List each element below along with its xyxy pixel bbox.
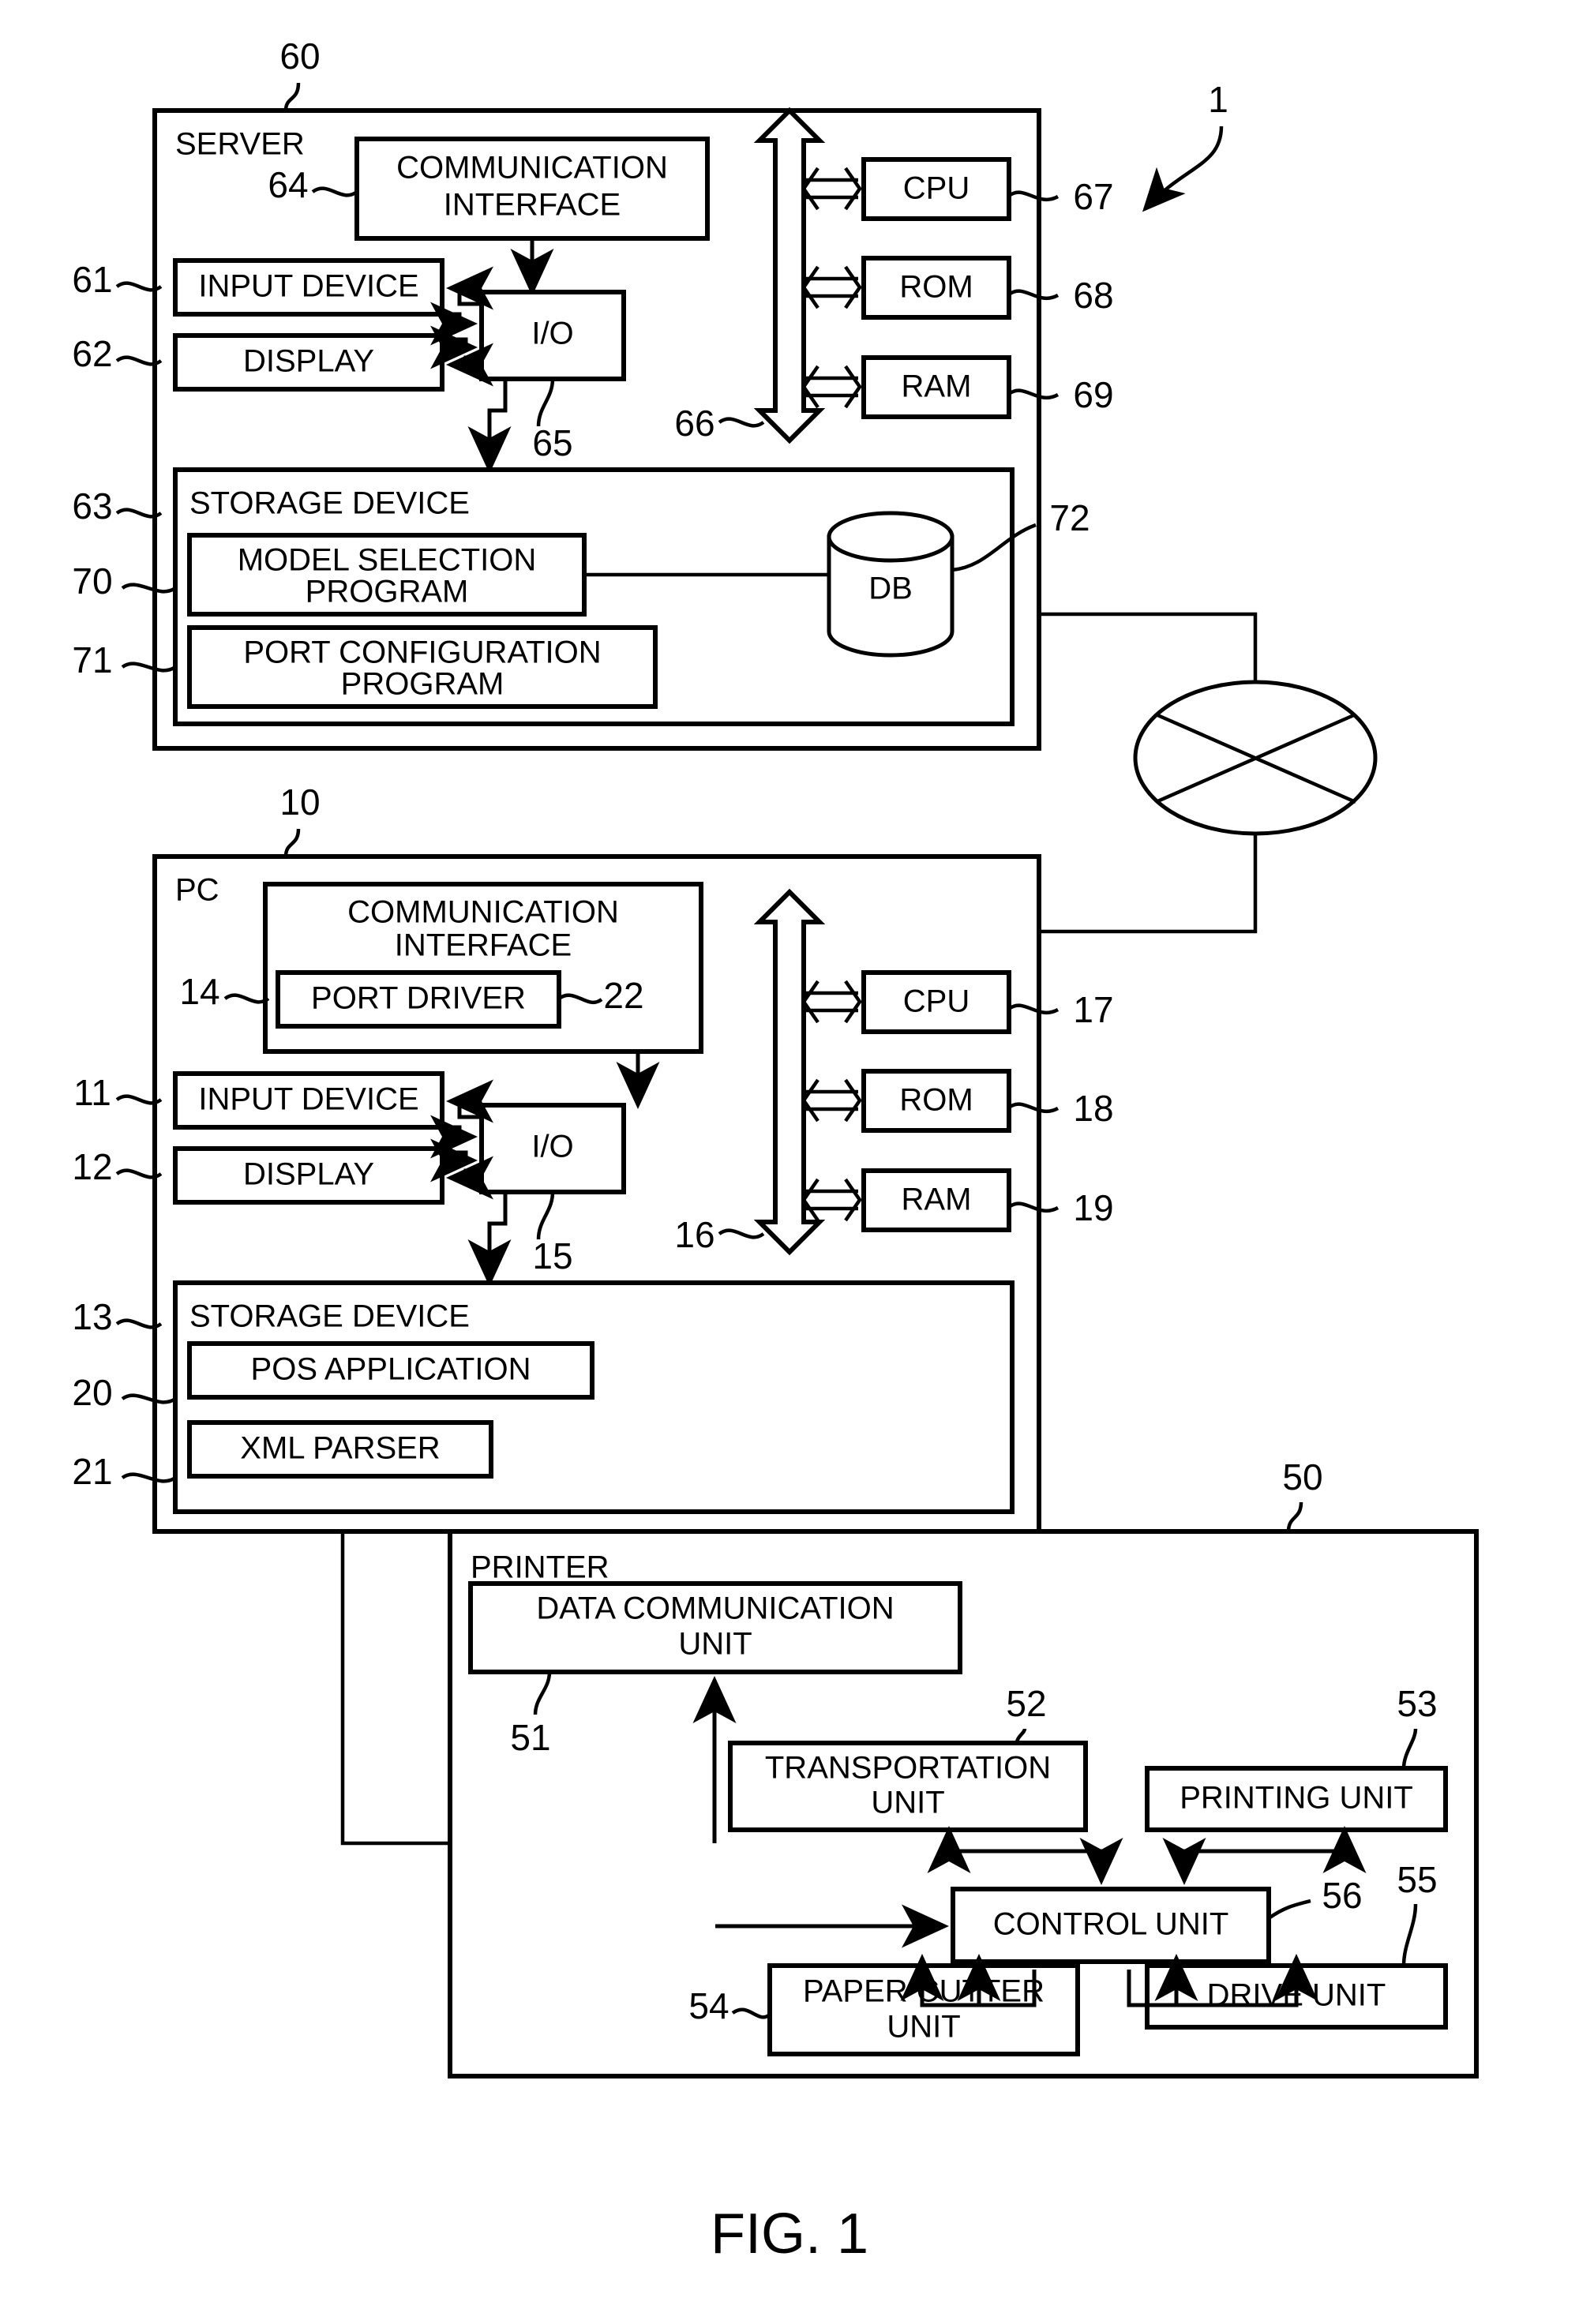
pc-ref-20: 20 [72, 1372, 112, 1413]
printer-transportation-unit-line2: UNIT [871, 1786, 944, 1820]
pc-ref-15: 15 [532, 1235, 572, 1276]
pc-ref-22: 22 [603, 975, 643, 1016]
printer-title: PRINTER [471, 1550, 609, 1585]
figure-caption: FIG. 1 [711, 2202, 868, 2266]
pc-pos-application-label: POS APPLICATION [251, 1352, 531, 1387]
pc-cpu-label: CPU [903, 984, 970, 1019]
pc-storage-device-label: STORAGE DEVICE [189, 1299, 470, 1334]
server-model-selection-program-line1: MODEL SELECTION [238, 543, 537, 578]
pc-display-label: DISPLAY [243, 1157, 374, 1192]
pc-ref-18: 18 [1073, 1088, 1113, 1129]
pc-communication-interface-line2: INTERFACE [395, 928, 572, 963]
pc-ref-14: 14 [179, 971, 219, 1012]
server-title: SERVER [175, 127, 305, 162]
server-to-network-line [1039, 612, 1258, 682]
system-ref-1: 1 [1208, 79, 1228, 120]
server-communication-interface-label-line2: INTERFACE [444, 188, 621, 223]
server-ref-69: 69 [1073, 374, 1113, 415]
system-ref-arrow [1142, 126, 1224, 212]
pc-ram-label: RAM [902, 1183, 972, 1217]
server-io-label: I/O [531, 317, 573, 351]
server-ref-65: 65 [532, 422, 572, 463]
printer-ref-55: 55 [1397, 1859, 1437, 1900]
server-port-configuration-program-line1: PORT CONFIGURATION [243, 635, 601, 670]
pc-communication-interface-line1: COMMUNICATION [347, 895, 619, 930]
pc-ref-10: 10 [279, 782, 320, 823]
server-input-device-label: INPUT DEVICE [198, 269, 418, 304]
server-ref-62: 62 [72, 333, 112, 374]
server-communication-interface-label-line1: COMMUNICATION [396, 151, 668, 186]
pc-ref-11: 11 [73, 1072, 111, 1113]
server-db-label: DB [868, 572, 913, 606]
pc-ref-16: 16 [674, 1214, 714, 1255]
server-ref-70: 70 [72, 560, 112, 602]
printer-ref-leader [1286, 1501, 1303, 1532]
printer-ref-50: 50 [1282, 1456, 1322, 1497]
server-ref-63: 63 [72, 485, 112, 527]
pc-input-device-label: INPUT DEVICE [198, 1082, 418, 1117]
network-group [1039, 612, 1378, 934]
pc-ref-leader [283, 828, 301, 857]
server-cpu-label: CPU [903, 171, 970, 206]
printer-paper-cutter-unit-line2: UNIT [887, 2010, 960, 2045]
printer-dcu-line2: UNIT [678, 1627, 752, 1662]
server-model-selection-program-line2: PROGRAM [306, 575, 469, 609]
patent-figure-svg: SERVER 60 1 COMMUNICATION INTERFACE 64 I… [72, 36, 1479, 2266]
pc-xml-parser-label: XML PARSER [240, 1431, 440, 1466]
printer-ref-53: 53 [1397, 1683, 1437, 1724]
server-ref-64: 64 [268, 164, 308, 205]
server-ref-61: 61 [72, 259, 112, 300]
server-ref-71: 71 [72, 639, 112, 680]
printer-group: PRINTER 50 DATA COMMUNICATION UNIT 51 TR… [448, 1456, 1479, 2078]
server-group: SERVER 60 1 COMMUNICATION INTERFACE 64 I… [72, 36, 1228, 751]
pc-ref-19: 19 [1073, 1187, 1113, 1228]
printer-ref-52: 52 [1006, 1683, 1046, 1724]
printer-dcu-line1: DATA COMMUNICATION [536, 1591, 894, 1626]
pc-port-driver-label: PORT DRIVER [311, 981, 526, 1016]
pc-title: PC [175, 873, 219, 908]
pc-ref-12: 12 [72, 1146, 112, 1187]
printer-ref-56: 56 [1322, 1875, 1362, 1916]
pc-io-label: I/O [531, 1130, 573, 1164]
server-ref-72: 72 [1049, 497, 1090, 538]
server-ref-leader [283, 82, 301, 111]
network-to-pc-line [1039, 834, 1258, 934]
printer-ref-54: 54 [688, 1985, 729, 2026]
pc-ref-21: 21 [72, 1451, 112, 1492]
server-rom-label: ROM [899, 270, 973, 305]
server-ref-67: 67 [1073, 176, 1113, 217]
pc-ref-17: 17 [1073, 989, 1113, 1030]
server-db-cylinder: DB [827, 511, 955, 658]
pc-ref-13: 13 [72, 1296, 112, 1337]
server-display-label: DISPLAY [243, 344, 374, 379]
server-storage-device-label: STORAGE DEVICE [189, 486, 470, 521]
figure-canvas: SERVER 60 1 COMMUNICATION INTERFACE 64 I… [0, 0, 1579, 2324]
server-ram-label: RAM [902, 369, 972, 404]
printer-transportation-unit-line1: TRANSPORTATION [765, 1751, 1051, 1786]
server-port-configuration-program-line2: PROGRAM [341, 667, 504, 702]
pc-rom-label: ROM [899, 1083, 973, 1118]
printer-ref-51: 51 [510, 1717, 550, 1758]
server-ref-68: 68 [1073, 275, 1113, 316]
printer-printing-unit-label: PRINTING UNIT [1180, 1781, 1413, 1816]
server-ref-66: 66 [674, 403, 714, 444]
server-ref-60: 60 [279, 36, 320, 77]
printer-control-unit-label: CONTROL UNIT [993, 1907, 1229, 1942]
pc-group: PC 10 COMMUNICATION INTERFACE 14 PORT DR… [72, 782, 1114, 1534]
